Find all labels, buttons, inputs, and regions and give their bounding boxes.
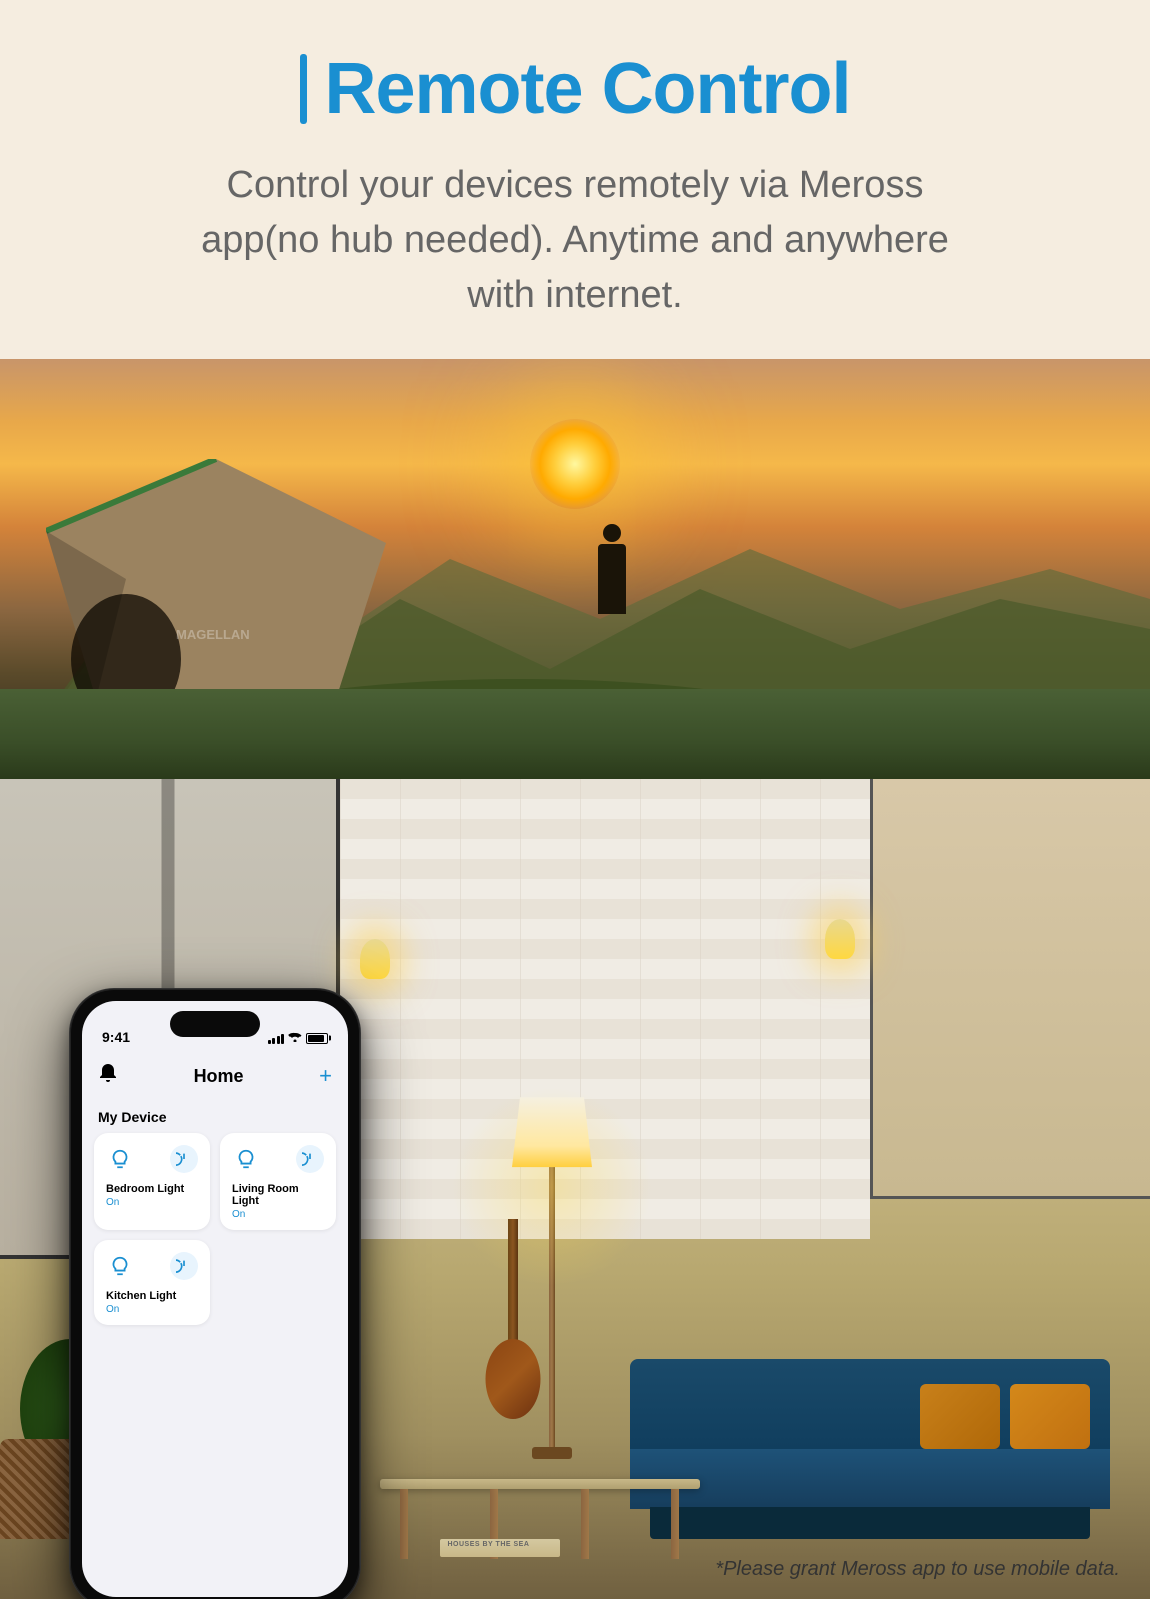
- device-card-bedroom[interactable]: Bedroom Light On: [94, 1133, 210, 1230]
- phone-screen: 9:41: [82, 1001, 348, 1597]
- coffee-table: [380, 1479, 700, 1569]
- phone-frame: 9:41: [70, 989, 360, 1599]
- lamp-pole: [549, 1167, 555, 1447]
- device-card-kitchen[interactable]: Kitchen Light On: [94, 1240, 210, 1325]
- top-section: Remote Control Control your devices remo…: [0, 0, 1150, 323]
- pillow-2: [920, 1384, 1000, 1449]
- main-title: Remote Control: [60, 48, 1090, 130]
- signal-bar-3: [277, 1036, 280, 1044]
- wifi-icon: [288, 1031, 302, 1045]
- title-text: Remote Control: [325, 48, 851, 130]
- living-room-bg: *Please grant Meross app to use mobile d…: [0, 779, 1150, 1599]
- living-room-section: *Please grant Meross app to use mobile d…: [0, 779, 1150, 1599]
- my-device-label: My Device: [98, 1109, 166, 1125]
- sofa: [630, 1359, 1110, 1539]
- device-card-icons-kitchen: [106, 1252, 198, 1280]
- device-name-living-room: Living Room Light: [232, 1183, 324, 1207]
- person-silhouette: [598, 544, 626, 614]
- signal-bar-1: [268, 1040, 271, 1044]
- device-status-kitchen: On: [106, 1304, 198, 1315]
- device-name-bedroom: Bedroom Light: [106, 1183, 198, 1195]
- app-header-title: Home: [194, 1066, 244, 1087]
- tent-graphic: MAGELLAN: [46, 459, 386, 699]
- svg-text:MAGELLAN: MAGELLAN: [176, 627, 250, 642]
- bell-icon[interactable]: [98, 1062, 118, 1090]
- bulb-icon-kitchen: [106, 1252, 134, 1280]
- device-status-living-room: On: [232, 1209, 324, 1220]
- device-card-living-room[interactable]: Living Room Light On: [220, 1133, 336, 1230]
- bulb-icon-living-room: [232, 1145, 260, 1173]
- dynamic-island: [170, 1011, 260, 1037]
- bulb-icon-bedroom: [106, 1145, 134, 1173]
- brick-wall: [340, 779, 870, 1239]
- device-name-kitchen: Kitchen Light: [106, 1290, 198, 1302]
- power-button-kitchen[interactable]: [170, 1252, 198, 1280]
- device-card-icons: [106, 1145, 198, 1173]
- device-card-icons-lr: [232, 1145, 324, 1173]
- lamp-base: [532, 1447, 572, 1459]
- sun-graphic: [530, 419, 620, 509]
- subtitle-text: Control your devices remotely via Meross…: [185, 158, 965, 323]
- lamp-shade: [512, 1097, 592, 1167]
- signal-bar-4: [281, 1034, 284, 1044]
- outdoor-scene: MAGELLAN: [0, 359, 1150, 779]
- add-device-button[interactable]: +: [319, 1063, 332, 1089]
- book-prop: [440, 1539, 560, 1557]
- sconce-left: [360, 939, 390, 979]
- power-button-living-room[interactable]: [296, 1145, 324, 1173]
- title-bar-decoration: [300, 54, 307, 124]
- ground-graphic: [0, 689, 1150, 779]
- sconce-right: [825, 919, 855, 959]
- device-status-bedroom: On: [106, 1197, 198, 1208]
- status-icons: [268, 1031, 329, 1045]
- disclaimer-text: *Please grant Meross app to use mobile d…: [715, 1558, 1120, 1581]
- signal-bars: [268, 1032, 285, 1044]
- guitar-prop: [483, 1219, 543, 1419]
- device-grid: Bedroom Light On: [94, 1133, 336, 1325]
- power-button-bedroom[interactable]: [170, 1145, 198, 1173]
- window-right: [870, 779, 1150, 1199]
- basket-decoration: [0, 1439, 80, 1539]
- pillow-1: [1010, 1384, 1090, 1449]
- app-header: Home +: [82, 1051, 348, 1101]
- phone-mockup: 9:41: [70, 989, 360, 1599]
- status-time: 9:41: [102, 1029, 130, 1045]
- signal-bar-2: [272, 1038, 275, 1044]
- battery-icon: [306, 1033, 328, 1044]
